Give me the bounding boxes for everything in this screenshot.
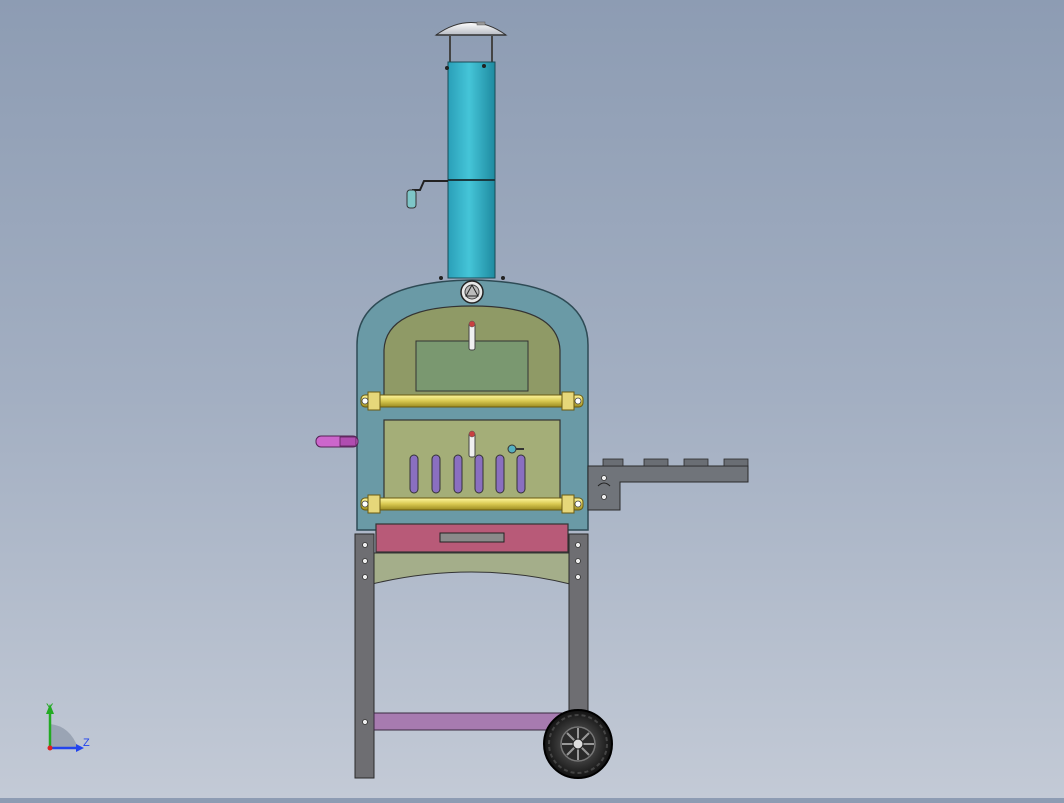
side-shelf[interactable]: [587, 458, 749, 511]
triad-xy-plane: [50, 724, 78, 748]
thermometer-icon: [460, 280, 484, 304]
lower-door-rail[interactable]: [360, 494, 584, 514]
lower-firebox-door[interactable]: [383, 419, 561, 501]
upper-door-rail[interactable]: [360, 391, 584, 411]
triad-x-axis-dot: [47, 745, 53, 751]
ash-drawer[interactable]: [375, 523, 569, 553]
cad-viewport[interactable]: Y Z: [0, 0, 1064, 798]
orientation-triad: Y Z: [46, 702, 90, 752]
cart-wheel[interactable]: [543, 709, 613, 779]
side-handle[interactable]: [315, 435, 359, 448]
model-canvas[interactable]: Y Z: [0, 0, 1064, 798]
chimney-cap[interactable]: [434, 21, 508, 62]
triad-z-label: Z: [83, 737, 90, 749]
chimney-pipe[interactable]: [445, 61, 496, 279]
upper-oven-door[interactable]: [383, 305, 561, 399]
triad-y-label: Y: [46, 702, 54, 714]
damper-lever[interactable]: [406, 180, 448, 209]
cart-apron: [371, 552, 571, 585]
cart-crossbar: [373, 712, 571, 731]
